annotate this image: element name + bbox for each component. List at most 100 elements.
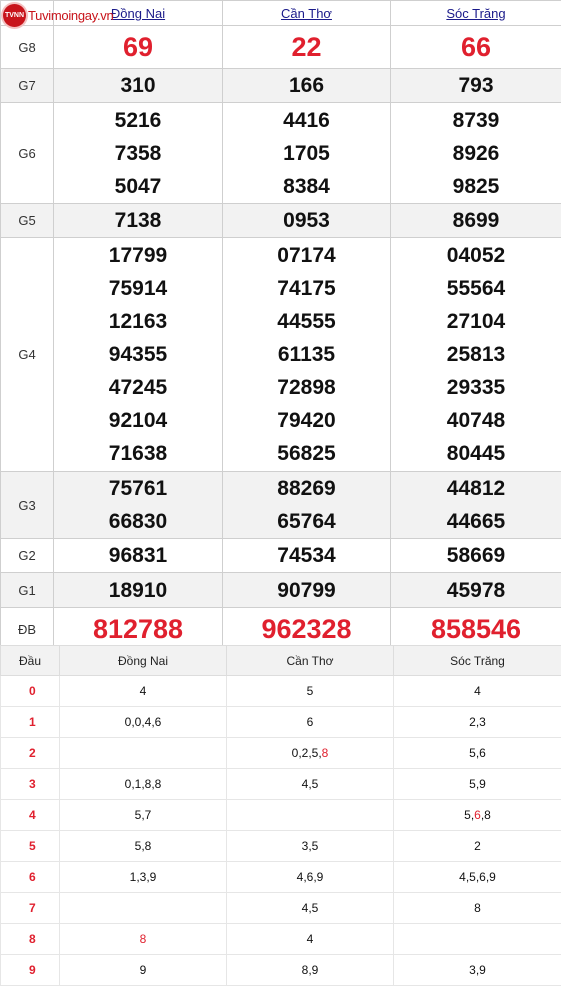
prize-number: 58669 xyxy=(391,539,561,572)
prize-number: 74175 xyxy=(223,272,390,305)
loto-head-digit: 8 xyxy=(1,924,60,955)
prize-number: 79420 xyxy=(223,404,390,437)
prize-number: 17799 xyxy=(54,239,222,272)
loto-cell: 8 xyxy=(60,924,227,955)
logo-mark-icon: TVNN xyxy=(3,4,26,27)
prize-number: 310 xyxy=(54,69,222,102)
prize-number: 80445 xyxy=(391,437,561,470)
loto-value: 4 xyxy=(140,684,147,698)
loto-row: 0454 xyxy=(1,676,561,707)
prize-number: 75761 xyxy=(54,472,222,505)
loto-cell: 6 xyxy=(227,707,394,738)
prize-number: 4416 xyxy=(223,104,390,137)
loto-value: 0,1,8,8 xyxy=(125,777,162,791)
loto-cell: 9 xyxy=(60,955,227,986)
prize-number: 88269 xyxy=(223,472,390,505)
province-link-soc-trang[interactable]: Sóc Trăng xyxy=(391,1,561,26)
loto-head-digit: 2 xyxy=(1,738,60,769)
prize-number: 90799 xyxy=(223,574,390,607)
loto-cell: 8 xyxy=(394,893,561,924)
prize-number: 5047 xyxy=(54,170,222,203)
prize-number: 7138 xyxy=(54,204,222,237)
loto-cell xyxy=(227,800,394,831)
loto-cell: 8,9 xyxy=(227,955,394,986)
prize-number: 96831 xyxy=(54,539,222,572)
prize-number: 92104 xyxy=(54,404,222,437)
prize-number: 7358 xyxy=(54,137,222,170)
prize-label: G1 xyxy=(1,573,54,608)
prize-number: 8926 xyxy=(391,137,561,170)
loto-row: 55,83,52 xyxy=(1,831,561,862)
prize-label: G3 xyxy=(1,472,54,539)
prize-cell: 8826965764 xyxy=(223,472,391,539)
loto-head-digit: 6 xyxy=(1,862,60,893)
loto-row: 3 0,1,8,8 4,5 5,9 xyxy=(1,769,561,800)
prize-label: G4 xyxy=(1,238,54,472)
prize-number: 8384 xyxy=(223,170,390,203)
prize-label: G7 xyxy=(1,69,54,103)
loto-cell: 2,3 xyxy=(394,707,561,738)
loto-cell: 4,5 xyxy=(227,769,394,800)
prize-label: G8 xyxy=(1,26,54,69)
prize-row: G417799759141216394355472459210471638071… xyxy=(1,238,561,472)
prize-cell: 58669 xyxy=(391,539,561,573)
prize-number: 18910 xyxy=(54,574,222,607)
prize-number: 94355 xyxy=(54,338,222,371)
prize-number: 12163 xyxy=(54,305,222,338)
prize-number: 8739 xyxy=(391,104,561,137)
loto-head-digit: 0 xyxy=(1,676,60,707)
loto-value: 5,9 xyxy=(469,777,486,791)
prize-number: 44665 xyxy=(391,505,561,538)
loto-table: Đầu Đồng Nai Cần Thơ Sóc Trăng 045410,0,… xyxy=(0,645,561,986)
loto-row: 998,93,9 xyxy=(1,955,561,986)
loto-row: 61,3,94,6,94,5,6,9 xyxy=(1,862,561,893)
prize-cell: 166 xyxy=(223,69,391,103)
loto-cell: 3,9 xyxy=(394,955,561,986)
prize-number: 0953 xyxy=(223,204,390,237)
loto-head-digit: 4 xyxy=(1,800,60,831)
prize-cell: 873989269825 xyxy=(391,103,561,204)
prize-number: 69 xyxy=(54,26,222,68)
loto-cell: 4,5 xyxy=(227,893,394,924)
prize-row: G8692266 xyxy=(1,26,561,69)
prize-number: 5216 xyxy=(54,104,222,137)
loto-row: 45,75,6,8 xyxy=(1,800,561,831)
loto-cell: 4 xyxy=(60,676,227,707)
prize-cell: 793 xyxy=(391,69,561,103)
loto-cell: 4 xyxy=(227,924,394,955)
results-table: Đồng Nai Cần Thơ Sóc Trăng G8692266G7310… xyxy=(0,0,561,651)
prize-number: 75914 xyxy=(54,272,222,305)
loto-value: 1,3,9 xyxy=(130,870,157,884)
prize-cell: 8699 xyxy=(391,204,561,238)
prize-cell: 69 xyxy=(54,26,223,69)
prize-number: 07174 xyxy=(223,239,390,272)
prize-number: 72898 xyxy=(223,371,390,404)
prize-cell: 7138 xyxy=(54,204,223,238)
prize-cell: 0953 xyxy=(223,204,391,238)
loto-cell: 5,8 xyxy=(60,831,227,862)
prize-number: 9825 xyxy=(391,170,561,203)
prize-cell: 441617058384 xyxy=(223,103,391,204)
prize-cell: 521673585047 xyxy=(54,103,223,204)
prize-number: 29335 xyxy=(391,371,561,404)
loto-value: 5,8 xyxy=(135,839,152,853)
prize-number: 66830 xyxy=(54,505,222,538)
loto-cell: 5,7 xyxy=(60,800,227,831)
prize-number: 47245 xyxy=(54,371,222,404)
loto-head-digit: 3 xyxy=(1,769,60,800)
prize-number: 04052 xyxy=(391,239,561,272)
province-link-can-tho[interactable]: Cần Thơ xyxy=(223,1,391,26)
prize-number: 1705 xyxy=(223,137,390,170)
prize-number: 74534 xyxy=(223,539,390,572)
loto-cell: 5,9 xyxy=(394,769,561,800)
prize-number: 56825 xyxy=(223,437,390,470)
loto-value: 2,3 xyxy=(469,715,486,729)
prize-cell: 96831 xyxy=(54,539,223,573)
loto-head-digit: 5 xyxy=(1,831,60,862)
site-logo[interactable]: TVNN Tuvimoingay.vn xyxy=(3,3,113,27)
loto-value: 5,6 xyxy=(469,746,486,760)
loto-value: 2 xyxy=(474,839,481,853)
loto-value: 4,5 xyxy=(302,901,319,915)
prize-number: 8699 xyxy=(391,204,561,237)
loto-head-digit: 9 xyxy=(1,955,60,986)
